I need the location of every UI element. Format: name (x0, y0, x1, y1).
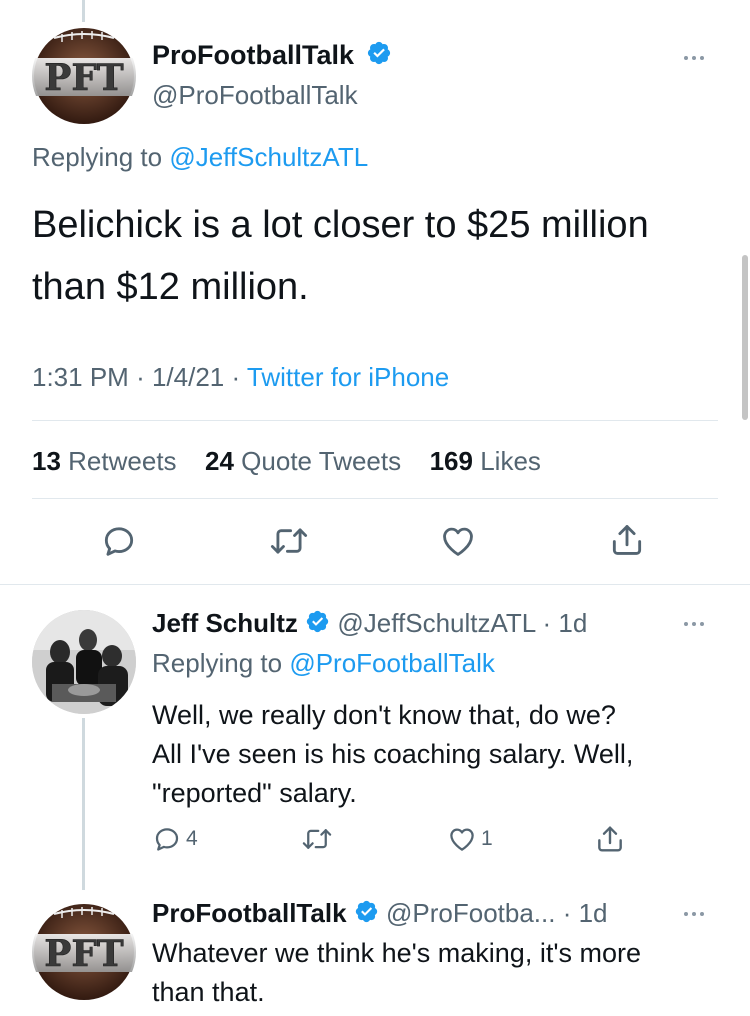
more-options-icon[interactable] (684, 56, 704, 60)
replying-to-line: Replying to @ProFootballTalk (152, 648, 495, 678)
tweet-stats: 13 Retweets 24 Quote Tweets 169 Likes (32, 446, 541, 477)
svg-text:PFT: PFT (44, 933, 124, 975)
divider (32, 420, 718, 421)
like-button[interactable]: 1 (446, 824, 493, 854)
more-options-icon[interactable] (684, 622, 704, 626)
pft-logo-icon: PFT (32, 900, 136, 1004)
replying-to-line: Replying to @JeffSchultzATL (32, 142, 369, 172)
share-button[interactable] (608, 520, 646, 560)
reply-count: 4 (186, 827, 198, 850)
author-handle[interactable]: @ProFootba... (386, 898, 555, 928)
reply-icon (104, 527, 134, 556)
jeff-schultz-avatar[interactable] (32, 610, 136, 714)
reply-button[interactable] (100, 522, 138, 560)
tweet-text: Well, we really don't know that, do we? … (152, 700, 634, 808)
like-count: 1 (481, 827, 493, 850)
svg-text:PFT: PFT (44, 57, 124, 99)
photo-avatar-icon (32, 610, 136, 714)
retweet-icon (270, 528, 308, 554)
tweet-time[interactable]: 1:31 PM (32, 362, 129, 392)
heart-icon (450, 828, 474, 851)
retweet-icon (302, 829, 332, 849)
pft-logo-icon: PFT (32, 24, 136, 128)
tweet-text: Belichick is a lot closer to $25 million… (32, 204, 649, 308)
replying-to-link[interactable]: @JeffSchultzATL (169, 142, 368, 172)
thread-line (82, 718, 85, 890)
reply-button[interactable]: 4 (152, 824, 198, 854)
divider (32, 498, 718, 499)
author-handle[interactable]: @ProFootballTalk (152, 80, 358, 111)
scrollbar[interactable] (742, 255, 748, 420)
author-name[interactable]: ProFootballTalk (152, 40, 354, 70)
heart-icon (443, 527, 473, 556)
pft-avatar[interactable]: PFT (32, 900, 136, 1004)
pft-avatar[interactable]: PFT (32, 24, 136, 128)
replying-to-link[interactable]: @ProFootballTalk (289, 648, 495, 678)
retweet-button[interactable] (300, 824, 334, 854)
tweet-age[interactable]: 1d (558, 608, 587, 638)
tweet-date[interactable]: 1/4/21 (152, 362, 224, 392)
thread-line-top (82, 0, 85, 22)
author-name[interactable]: ProFootballTalk (152, 898, 347, 928)
retweet-button[interactable] (268, 522, 310, 560)
like-button[interactable] (438, 522, 478, 560)
likes-stat[interactable]: 169 Likes (430, 446, 541, 476)
quote-tweets-stat[interactable]: 24 Quote Tweets (205, 446, 401, 476)
tweet-source-link[interactable]: Twitter for iPhone (247, 362, 449, 392)
share-icon (612, 525, 642, 555)
tweet-age[interactable]: 1d (579, 898, 608, 928)
tweet-text: Whatever we think he's making, it's more… (152, 938, 641, 1007)
verified-badge-icon (354, 899, 379, 931)
author-handle[interactable]: @JeffSchultzATL (337, 608, 535, 638)
author-name[interactable]: Jeff Schultz (152, 608, 298, 638)
share-icon (598, 826, 622, 852)
verified-badge-icon (305, 609, 330, 641)
share-button[interactable] (594, 822, 626, 856)
tweet-meta: 1:31 PM · 1/4/21 · Twitter for iPhone (32, 362, 450, 392)
divider (0, 584, 750, 585)
more-options-icon[interactable] (684, 912, 704, 916)
reply-icon (155, 828, 179, 851)
verified-badge-icon (366, 40, 392, 73)
retweets-stat[interactable]: 13 Retweets (32, 446, 177, 476)
